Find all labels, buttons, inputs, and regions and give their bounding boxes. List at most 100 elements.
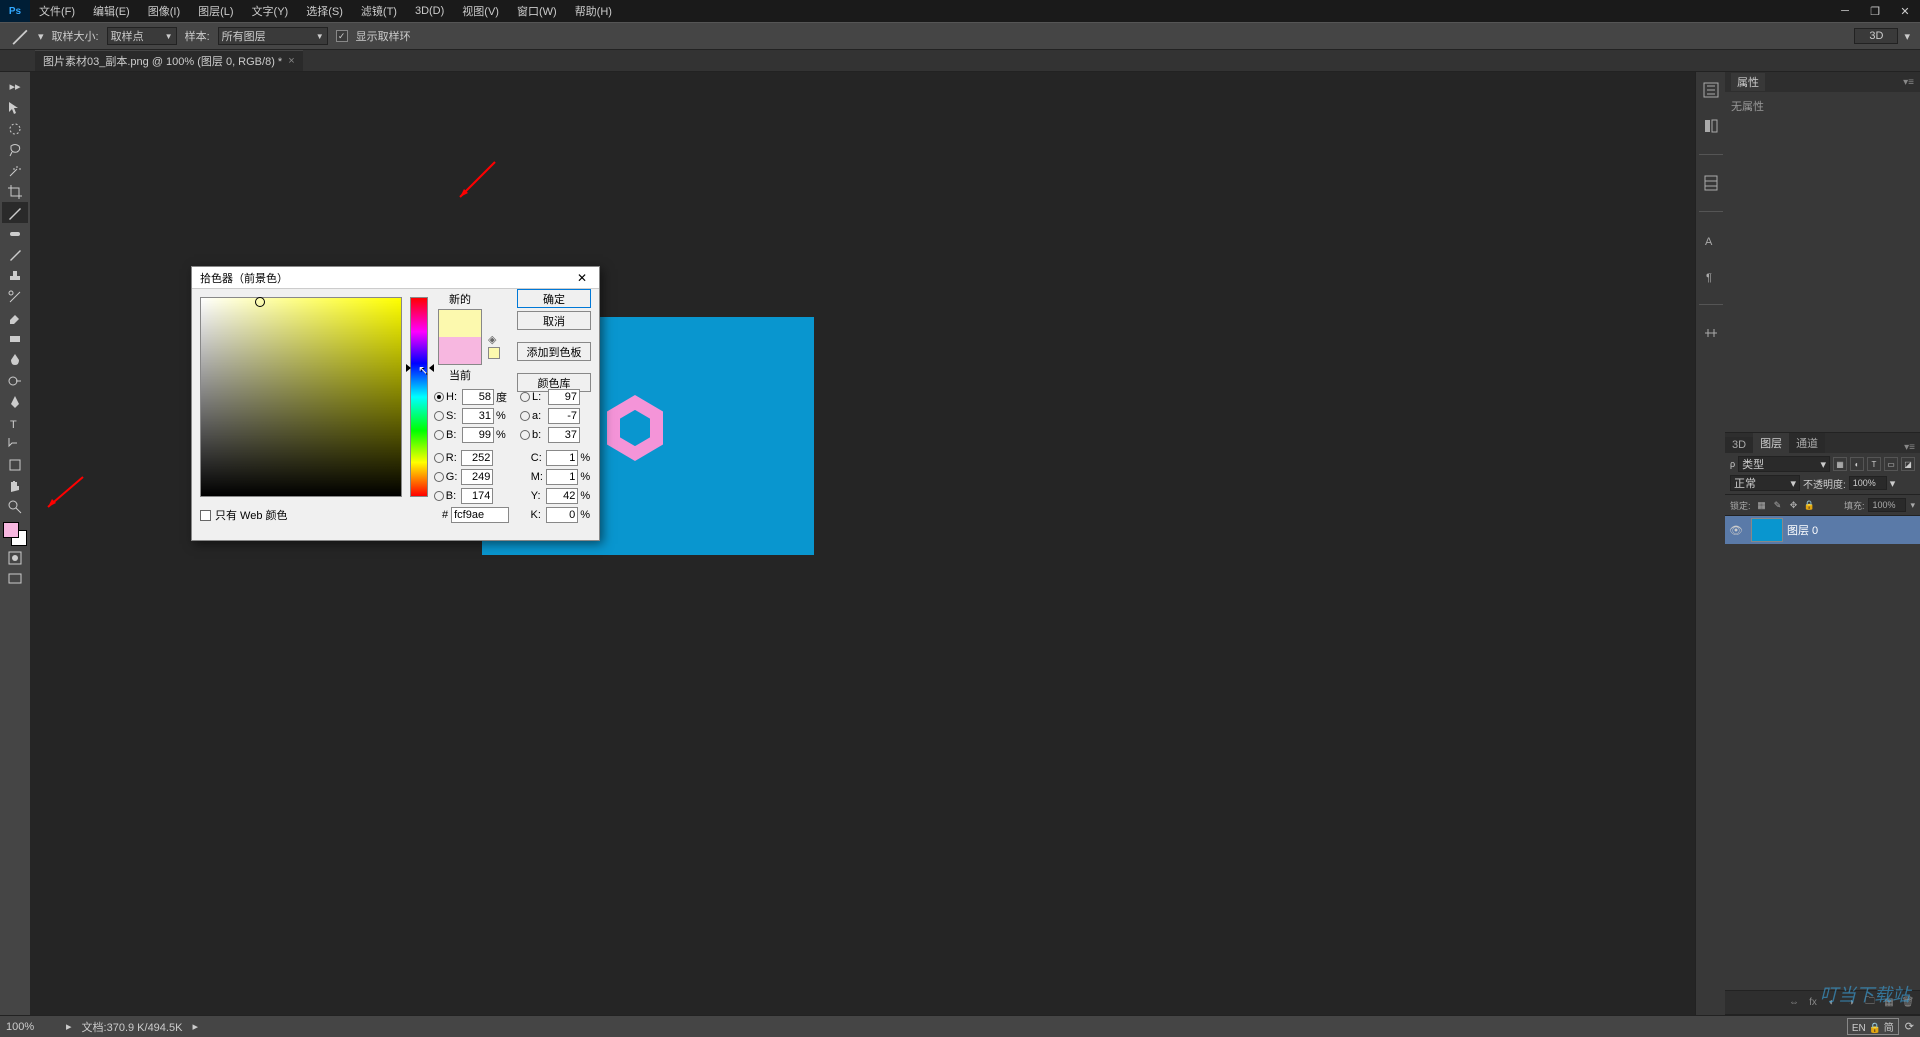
add-swatch-button[interactable]: 添加到色板	[517, 342, 591, 361]
tab-close-icon[interactable]: ×	[288, 55, 294, 67]
type-tool[interactable]: T	[2, 412, 28, 433]
doc-info-dropdown-icon[interactable]: ▸	[192, 1020, 198, 1033]
web-only-checkbox[interactable]	[200, 510, 211, 521]
maximize-button[interactable]: ❐	[1860, 0, 1890, 22]
3d-mode-button[interactable]: 3D	[1854, 28, 1898, 44]
blab-input[interactable]	[548, 427, 580, 443]
lock-transparent-icon[interactable]: ▦	[1755, 498, 1769, 512]
delete-layer-icon[interactable]: 🗑	[1901, 997, 1915, 1008]
h-input[interactable]	[462, 389, 494, 405]
filter-pixel-icon[interactable]: ▦	[1833, 457, 1847, 471]
m-input[interactable]	[546, 469, 578, 485]
adjustment-layer-icon[interactable]: ◑	[1844, 997, 1858, 1008]
menu-edit[interactable]: 编辑(E)	[84, 3, 139, 19]
quickmask-tool[interactable]	[2, 547, 28, 568]
history-panel-icon[interactable]	[1699, 78, 1723, 102]
visibility-icon[interactable]: 👁	[1725, 524, 1747, 537]
hex-input[interactable]	[451, 507, 509, 523]
layer-mask-icon[interactable]: ◐	[1825, 997, 1839, 1008]
new-color-swatch[interactable]	[439, 310, 481, 337]
s-radio[interactable]	[434, 411, 444, 421]
fill-input[interactable]: 100%	[1868, 498, 1906, 512]
eraser-tool[interactable]	[2, 307, 28, 328]
color-panel-icon[interactable]	[1699, 114, 1723, 138]
character-panel-icon[interactable]: A	[1699, 228, 1723, 252]
eyedropper-tool-icon[interactable]	[10, 26, 30, 46]
menu-file[interactable]: 文件(F)	[30, 3, 84, 19]
lasso-tool[interactable]	[2, 139, 28, 160]
g-radio[interactable]	[434, 472, 444, 482]
current-color-swatch[interactable]	[439, 337, 481, 364]
tab-layers[interactable]: 图层	[1753, 433, 1789, 453]
g-input[interactable]	[461, 469, 493, 485]
filter-smart-icon[interactable]: ◪	[1901, 457, 1915, 471]
hand-tool[interactable]	[2, 475, 28, 496]
brush-tool[interactable]	[2, 244, 28, 265]
menu-view[interactable]: 视图(V)	[453, 3, 508, 19]
l-input[interactable]	[548, 389, 580, 405]
bv-input[interactable]	[462, 427, 494, 443]
crop-tool[interactable]	[2, 181, 28, 202]
k-input[interactable]	[546, 507, 578, 523]
a-radio[interactable]	[520, 411, 530, 421]
filter-shape-icon[interactable]: ▭	[1884, 457, 1898, 471]
properties-tab[interactable]: 属性	[1731, 73, 1765, 91]
paragraph-panel-icon[interactable]: ¶	[1699, 264, 1723, 288]
sample-size-select[interactable]: 取样点▼	[107, 27, 177, 45]
h-radio[interactable]	[434, 392, 444, 402]
a-input[interactable]	[548, 408, 580, 424]
r-radio[interactable]	[434, 453, 444, 463]
blur-tool[interactable]	[2, 349, 28, 370]
history-brush-tool[interactable]	[2, 286, 28, 307]
l-radio[interactable]	[520, 392, 530, 402]
path-tool[interactable]	[2, 433, 28, 454]
lock-position-icon[interactable]: ✥	[1787, 498, 1801, 512]
eyedropper-tool[interactable]	[2, 202, 28, 223]
menu-help[interactable]: 帮助(H)	[566, 3, 621, 19]
group-icon[interactable]: 🗀	[1863, 994, 1877, 1011]
bv-radio[interactable]	[434, 430, 444, 440]
wand-tool[interactable]	[2, 160, 28, 181]
layer-thumbnail[interactable]	[1751, 518, 1783, 542]
panel-menu-icon[interactable]: ▾≡	[1903, 77, 1914, 88]
screenmode-tool[interactable]	[2, 568, 28, 589]
filter-adjust-icon[interactable]: ◐	[1850, 457, 1864, 471]
menu-image[interactable]: 图像(I)	[139, 3, 189, 19]
color-picker-close-button[interactable]: ✕	[573, 269, 591, 287]
close-button[interactable]: ✕	[1890, 0, 1920, 22]
layers-menu-icon[interactable]: ▾≡	[1899, 442, 1920, 453]
dodge-tool[interactable]	[2, 370, 28, 391]
tab-channels[interactable]: 通道	[1789, 433, 1825, 453]
fg-bg-swatch[interactable]	[2, 521, 28, 547]
zoom-value[interactable]: 100%	[6, 1021, 56, 1033]
cancel-button[interactable]: 取消	[517, 311, 591, 330]
gradient-tool[interactable]	[2, 328, 28, 349]
sample-select[interactable]: 所有图层▼	[218, 27, 328, 45]
sync-icon[interactable]: ⟳	[1905, 1020, 1914, 1033]
layer-fx-icon[interactable]: fx	[1806, 997, 1820, 1008]
zoom-tool[interactable]	[2, 496, 28, 517]
menu-3d[interactable]: 3D(D)	[406, 5, 453, 17]
stamp-tool[interactable]	[2, 265, 28, 286]
layer-name[interactable]: 图层 0	[1787, 522, 1920, 538]
menu-layer[interactable]: 图层(L)	[189, 3, 242, 19]
s-input[interactable]	[462, 408, 494, 424]
move-tool[interactable]	[2, 97, 28, 118]
link-layers-icon[interactable]: ⇔	[1787, 997, 1801, 1008]
b-radio[interactable]	[434, 491, 444, 501]
menu-type[interactable]: 文字(Y)	[243, 3, 298, 19]
cube-icon[interactable]: ◈	[488, 333, 496, 346]
ime-indicator[interactable]: EN 🔒 简	[1847, 1018, 1899, 1035]
layer-item[interactable]: 👁 图层 0	[1725, 516, 1920, 544]
r-input[interactable]	[461, 450, 493, 466]
swatches-panel-icon[interactable]	[1699, 171, 1723, 195]
new-layer-icon[interactable]: ▦	[1882, 997, 1896, 1008]
pen-tool[interactable]	[2, 391, 28, 412]
canvas-area[interactable]: 拾色器（前景色） ✕ ↖ 新的 当前	[30, 72, 1695, 1015]
y-input[interactable]	[546, 488, 578, 504]
document-tab[interactable]: 图片素材03_副本.png @ 100% (图层 0, RGB/8) * ×	[35, 50, 303, 71]
color-warning-swatch[interactable]	[488, 347, 500, 359]
foreground-color-swatch[interactable]	[3, 522, 19, 538]
tab-3d[interactable]: 3D	[1725, 437, 1753, 453]
healing-tool[interactable]	[2, 223, 28, 244]
